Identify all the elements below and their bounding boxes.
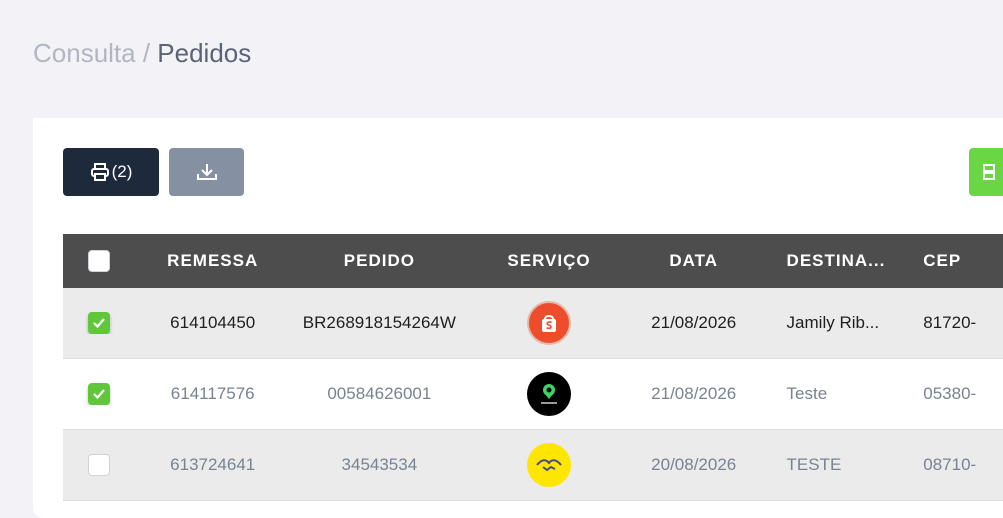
handshake-logo-icon <box>527 443 571 487</box>
header-destinatario[interactable]: DESTINA... <box>774 251 924 271</box>
cell-destinatario: Teste <box>786 384 828 403</box>
cell-remessa: 614104450 <box>170 313 256 332</box>
check-icon <box>93 318 105 329</box>
header-remessa[interactable]: REMESSA <box>135 251 275 271</box>
row-checkbox[interactable] <box>87 312 110 334</box>
cell-data: 20/08/2026 <box>651 455 737 474</box>
print-button[interactable]: (2) <box>63 148 159 196</box>
orders-card: (2) REMESSA PEDIDO SERVIÇO DATA DESTINA.… <box>33 118 1003 518</box>
cell-data: 21/08/2026 <box>651 313 737 332</box>
cell-destinatario: TESTE <box>786 455 842 474</box>
header-pedido[interactable]: PEDIDO <box>275 251 485 271</box>
header-servico[interactable]: SERVIÇO <box>484 251 614 271</box>
green-action-button[interactable] <box>969 148 1003 196</box>
cell-remessa: 614117576 <box>170 384 255 403</box>
cell-data: 21/08/2026 <box>651 384 737 403</box>
breadcrumb-current: Pedidos <box>157 38 252 68</box>
cell-remessa: 613724641 <box>170 455 256 474</box>
download-icon <box>196 162 218 182</box>
breadcrumb: Consulta / Pedidos <box>33 38 251 69</box>
cell-pedido: 00584626001 <box>327 384 432 403</box>
table-row[interactable]: 614117576 00584626001 21/08/2026 Teste 0… <box>63 359 1003 430</box>
breadcrumb-separator: / <box>135 38 158 68</box>
shopee-logo-icon <box>527 301 571 345</box>
table-row[interactable]: 614104450 BR268918154264W 21/08/2026 Jam… <box>63 288 1003 359</box>
trackr-logo-icon <box>527 372 571 416</box>
cell-cep: 81720- <box>923 313 977 332</box>
cell-cep: 05380- <box>923 384 977 403</box>
download-button[interactable] <box>169 148 244 196</box>
cell-cep: 08710- <box>923 455 977 474</box>
cell-pedido: BR268918154264W <box>302 313 456 332</box>
grid-icon <box>982 163 996 181</box>
cell-destinatario: Jamily Rib... <box>786 313 880 332</box>
table-row[interactable]: 613724641 34543534 20/08/2026 TESTE 0871… <box>63 430 1003 501</box>
row-checkbox[interactable] <box>87 454 110 476</box>
print-count: (2) <box>111 162 133 181</box>
orders-table: REMESSA PEDIDO SERVIÇO DATA DESTINA... C… <box>63 234 1003 501</box>
breadcrumb-parent[interactable]: Consulta <box>33 38 136 68</box>
row-checkbox[interactable] <box>87 383 110 405</box>
printer-icon <box>90 162 110 182</box>
select-all-checkbox[interactable] <box>87 250 110 272</box>
check-icon <box>93 389 105 400</box>
table-header: REMESSA PEDIDO SERVIÇO DATA DESTINA... C… <box>63 234 1003 288</box>
cell-pedido: 34543534 <box>341 455 418 474</box>
header-cep[interactable]: CEP <box>923 251 1003 271</box>
header-data[interactable]: DATA <box>614 251 774 271</box>
